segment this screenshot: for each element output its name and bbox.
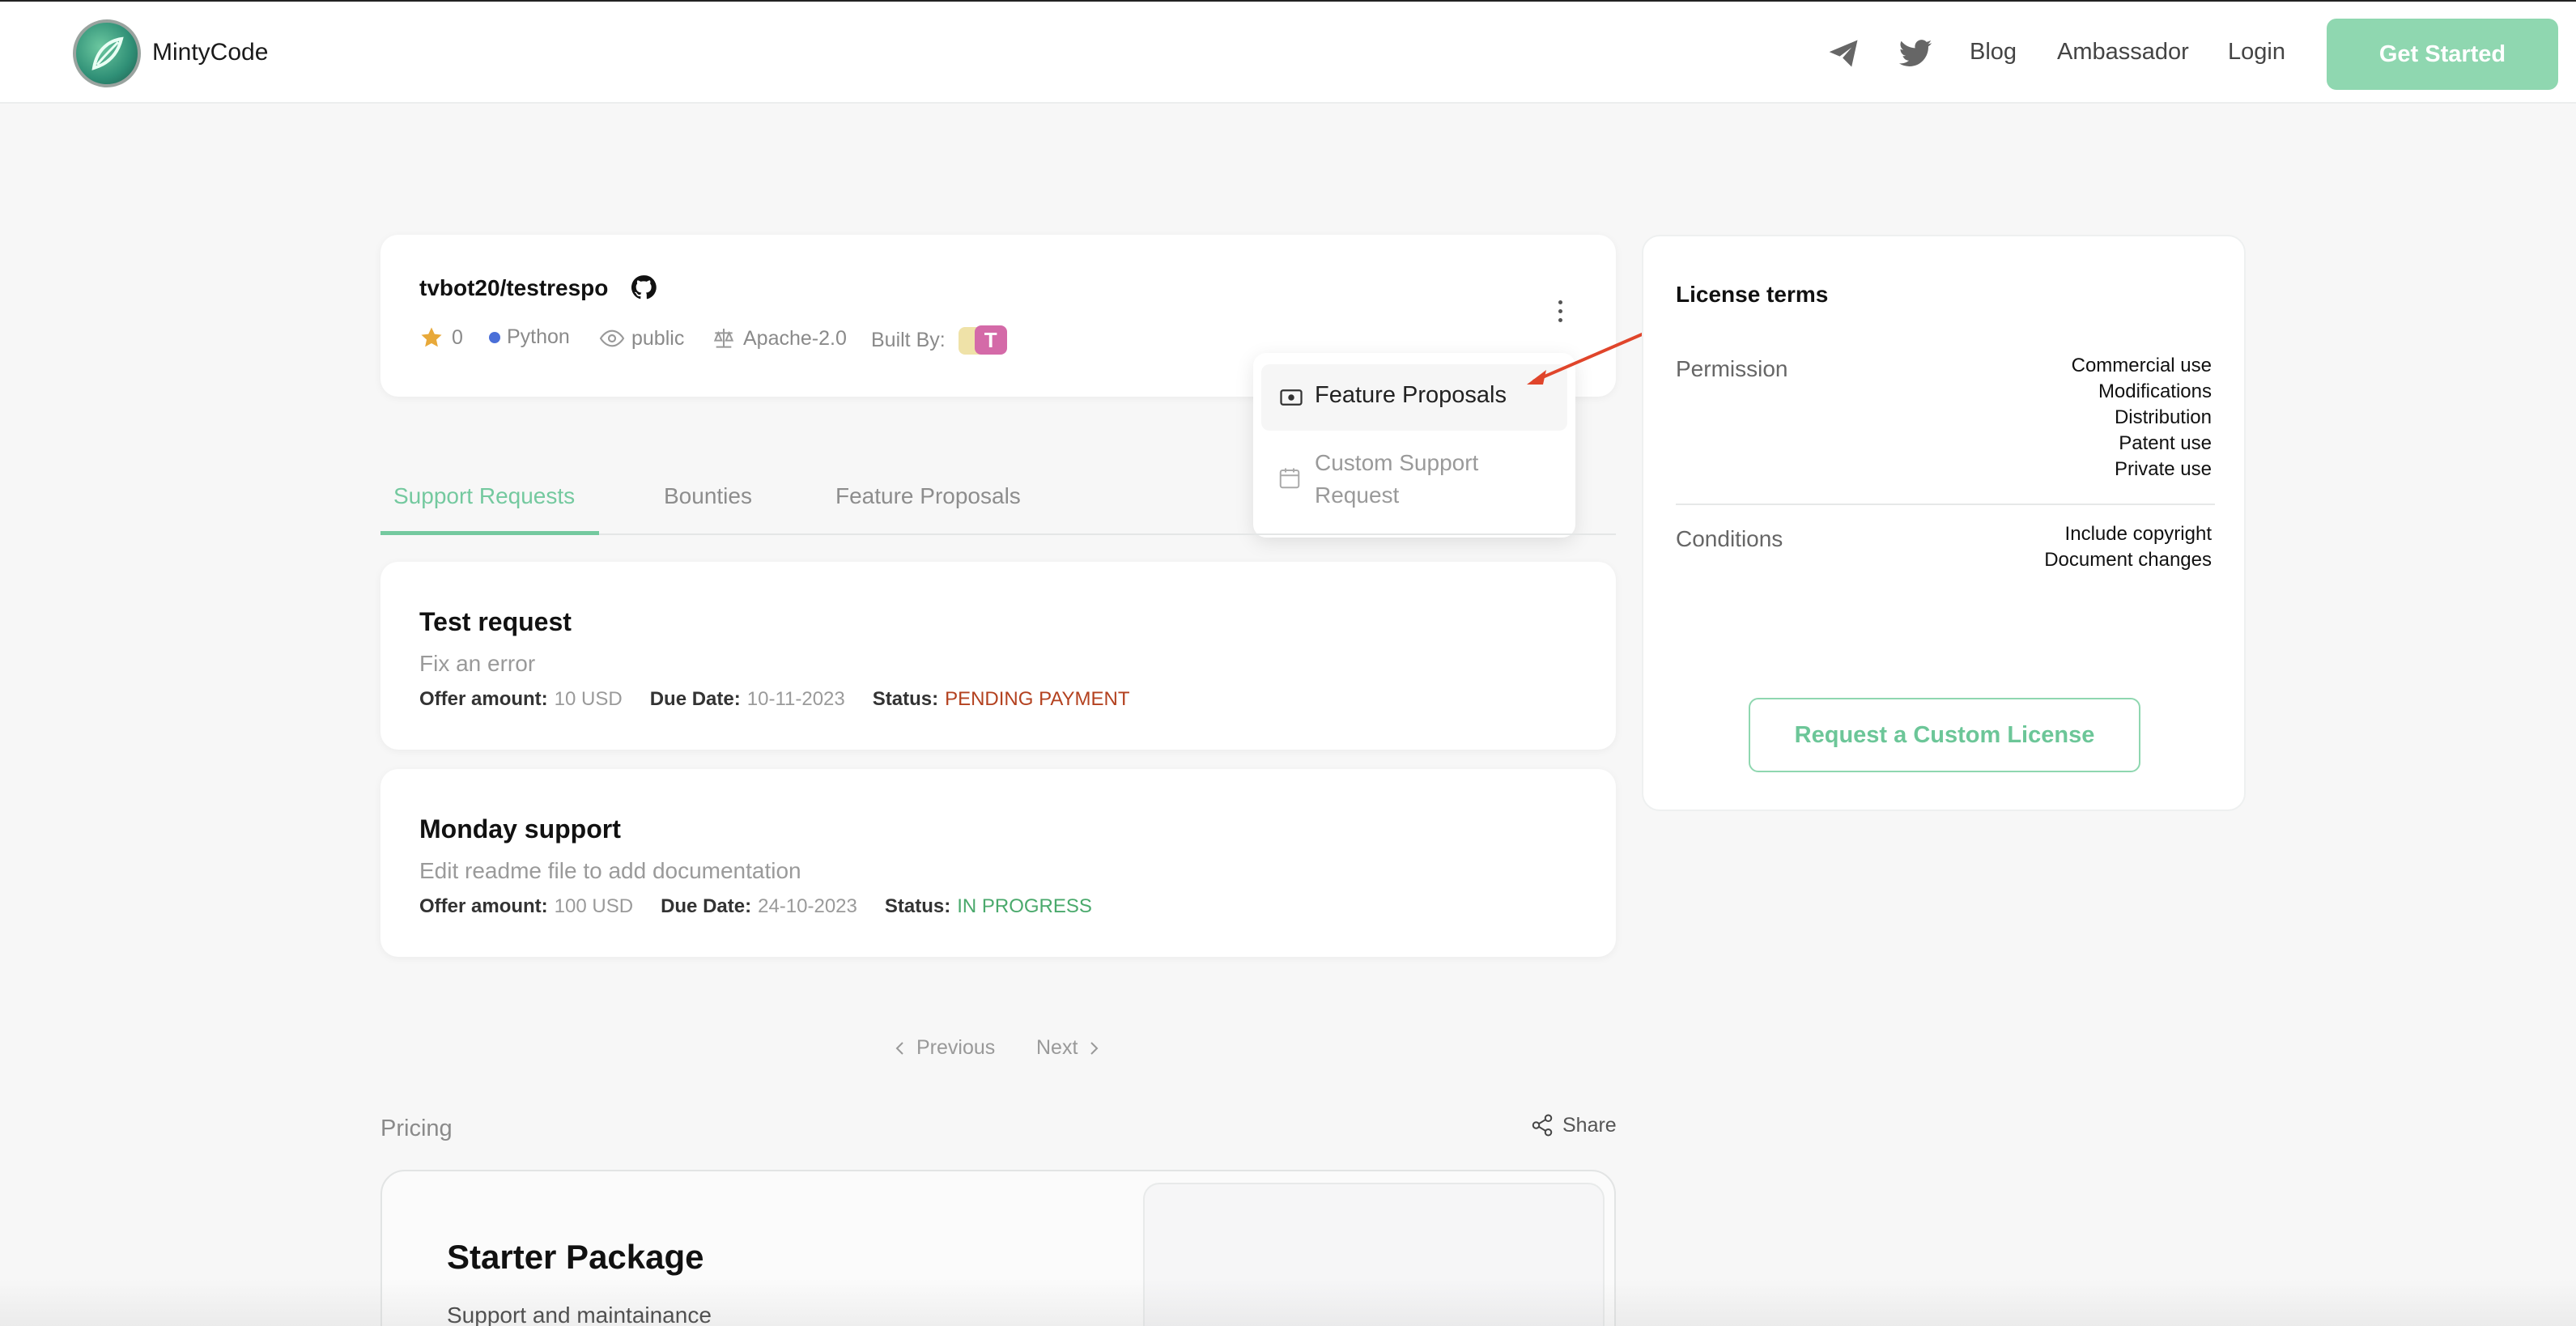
- status-label: Status:: [872, 688, 939, 710]
- permission-item: Distribution: [2114, 406, 2212, 428]
- brand-name[interactable]: MintyCode: [152, 39, 268, 66]
- license-card: License terms Permission Commercial use …: [1642, 235, 2246, 811]
- license-divider: [1676, 504, 2215, 505]
- request-title: Monday support: [419, 814, 621, 844]
- share-icon: [1532, 1114, 1553, 1137]
- built-by-label: Built By:: [871, 328, 946, 351]
- request-meta: Offer amount: 10 USD Due Date: 10-11-2023 …: [419, 688, 1158, 711]
- nav-ambassador[interactable]: Ambassador: [2057, 39, 2189, 66]
- package-subtitle: Support and maintainance: [447, 1303, 712, 1326]
- built-by-meta: Built By: T: [871, 325, 1009, 355]
- scale-icon: [713, 329, 734, 348]
- get-started-button[interactable]: Get Started: [2327, 19, 2558, 90]
- language-label: Python: [507, 325, 570, 348]
- mintycode-logo[interactable]: [73, 19, 141, 87]
- tab-bounties[interactable]: Bounties: [664, 483, 752, 509]
- active-tab-indicator: [380, 531, 599, 535]
- tab-support-requests[interactable]: Support Requests: [393, 483, 575, 509]
- status-badge: IN PROGRESS: [957, 895, 1092, 917]
- tab-feature-proposals[interactable]: Feature Proposals: [835, 483, 1021, 509]
- request-custom-license-button[interactable]: Request a Custom License: [1749, 698, 2140, 772]
- permission-item: Private use: [2114, 458, 2212, 480]
- license-title: License terms: [1676, 282, 1829, 307]
- menu-item-label: Custom Support Request: [1315, 450, 1479, 508]
- previous-button[interactable]: Previous: [894, 1036, 995, 1060]
- offer-label: Offer amount:: [419, 895, 548, 917]
- request-description: Fix an error: [419, 651, 536, 676]
- request-title: Test request: [419, 607, 572, 636]
- visibility-label: public: [631, 326, 685, 350]
- permission-label: Permission: [1676, 356, 1788, 381]
- builder-avatars[interactable]: T: [958, 325, 1009, 355]
- language-meta: Python: [489, 325, 570, 349]
- permission-item: Commercial use: [2071, 355, 2212, 376]
- offer-value: 10 USD: [554, 688, 623, 710]
- star-icon: [421, 327, 442, 347]
- license-label: Apache-2.0: [743, 326, 847, 350]
- permission-item: Patent use: [2119, 432, 2212, 454]
- request-card[interactable]: Test request Fix an error Offer amount: 1…: [380, 562, 1616, 750]
- eye-icon: [599, 329, 625, 347]
- twitter-icon[interactable]: [1898, 36, 1933, 71]
- due-value: 10-11-2023: [746, 688, 845, 710]
- due-value: 24-10-2023: [758, 895, 857, 917]
- package-title: Starter Package: [447, 1238, 704, 1276]
- status-label: Status:: [884, 895, 951, 917]
- offer-label: Offer amount:: [419, 688, 548, 710]
- license-meta: Apache-2.0: [711, 325, 847, 351]
- permission-item: Modifications: [2098, 380, 2212, 402]
- menu-item-label: Feature Proposals: [1315, 382, 1507, 408]
- share-label: Share: [1562, 1113, 1617, 1137]
- next-button[interactable]: Next: [1036, 1036, 1100, 1060]
- share-button[interactable]: Share: [1530, 1113, 1617, 1137]
- chevron-left-icon: [895, 1041, 903, 1055]
- due-label: Due Date:: [661, 895, 752, 917]
- calendar-icon: [1279, 468, 1300, 489]
- pricing-card: Starter Package Support and maintainance: [380, 1170, 1616, 1326]
- telegram-icon[interactable]: [1826, 36, 1862, 71]
- nav-blog[interactable]: Blog: [1970, 39, 2017, 66]
- offer-value: 100 USD: [554, 895, 634, 917]
- chevron-right-icon: [1090, 1041, 1099, 1055]
- request-meta: Offer amount: 100 USD Due Date: 24-10-2023…: [419, 895, 1120, 918]
- status-badge: PENDING PAYMENT: [945, 688, 1130, 710]
- previous-label: Previous: [916, 1036, 996, 1059]
- language-dot-icon: [489, 331, 500, 343]
- condition-item: Document changes: [2044, 549, 2212, 571]
- stars-count: 0: [452, 325, 463, 349]
- stars-meta: 0: [419, 325, 463, 350]
- nav-login[interactable]: Login: [2228, 39, 2285, 66]
- next-label: Next: [1036, 1036, 1078, 1059]
- money-icon: [1280, 389, 1303, 406]
- site-header: MintyCode Blog Ambassador Login Get Star…: [0, 2, 2576, 104]
- github-icon[interactable]: [630, 274, 657, 301]
- request-card[interactable]: Monday support Edit readme file to add d…: [380, 769, 1616, 957]
- pricing-heading: Pricing: [380, 1116, 453, 1141]
- package-detail-panel: [1143, 1183, 1605, 1326]
- repo-name[interactable]: tvbot20/testrespo: [419, 275, 608, 301]
- permission-list: Commercial use Modifications Distributio…: [2072, 353, 2212, 482]
- due-label: Due Date:: [649, 688, 741, 710]
- request-description: Edit readme file to add documentation: [419, 858, 801, 883]
- avatar-t-icon: T: [974, 325, 1007, 355]
- conditions-list: Include copyright Document changes: [2044, 521, 2212, 573]
- conditions-label: Conditions: [1676, 526, 1783, 551]
- visibility-meta: public: [599, 325, 684, 351]
- condition-item: Include copyright: [2064, 523, 2212, 545]
